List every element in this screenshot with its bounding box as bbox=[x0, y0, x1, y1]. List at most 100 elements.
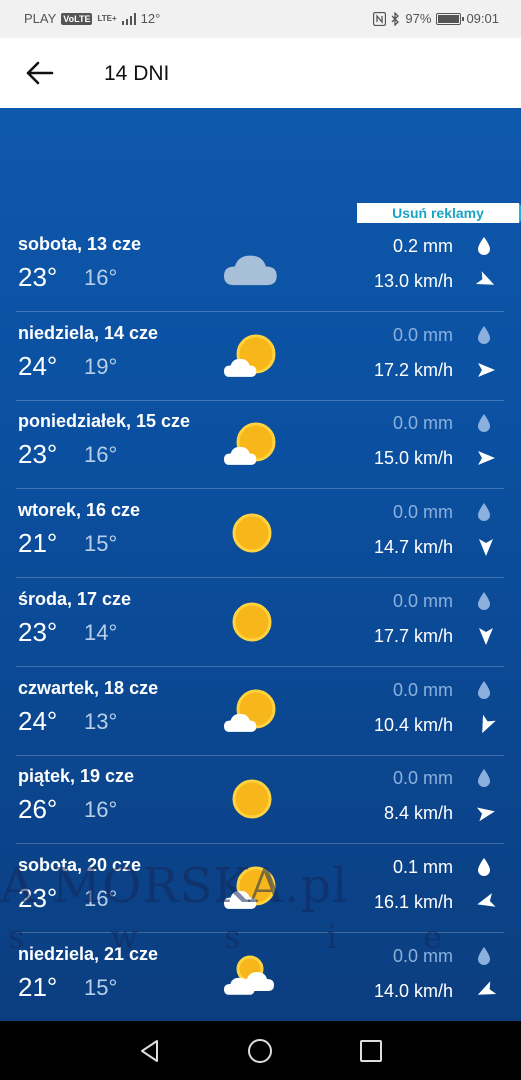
precipitation-value: 0.0 mm bbox=[392, 590, 453, 611]
forecast-row[interactable]: sobota, 13 cze 23° 16° 0.2 mm 13.0 km/h bbox=[0, 223, 521, 312]
temp-max: 26° bbox=[18, 794, 58, 825]
day-label: poniedziałek, 15 cze bbox=[18, 411, 191, 432]
precipitation-value: 0.1 mm bbox=[392, 856, 453, 877]
system-nav-bar bbox=[0, 1021, 521, 1080]
page-title: 14 DNI bbox=[104, 62, 170, 85]
forecast-row[interactable]: środa, 17 cze 23° 14° 0.0 mm 17.7 km/h bbox=[0, 578, 521, 667]
forecast-row[interactable]: niedziela, 21 cze 21° 15° 0.0 mm 14.0 km… bbox=[0, 933, 521, 1021]
raindrop-icon bbox=[478, 414, 490, 433]
temp-max: 21° bbox=[18, 971, 58, 1002]
sun-cloud-icon bbox=[224, 334, 276, 377]
wind-direction-icon bbox=[477, 893, 496, 907]
nav-recents-icon[interactable] bbox=[358, 1038, 384, 1064]
temp-min: 15° bbox=[84, 531, 118, 557]
temp-max: 23° bbox=[18, 882, 58, 913]
status-right: 97% 09:01 bbox=[373, 11, 499, 26]
wind-speed-value: 13.0 km/h bbox=[373, 271, 453, 291]
temp-max: 24° bbox=[18, 350, 58, 381]
wind-direction-icon bbox=[482, 714, 496, 733]
sun-clouds-icon bbox=[224, 955, 274, 995]
clock: 09:01 bbox=[466, 11, 499, 26]
wind-direction-icon bbox=[476, 807, 495, 822]
wind-speed-value: 14.7 km/h bbox=[373, 537, 453, 558]
nfc-icon bbox=[373, 11, 387, 26]
temp-min: 16° bbox=[84, 885, 118, 911]
wind-speed-value: 17.2 km/h bbox=[373, 359, 453, 380]
forecast-list[interactable]: Usuń reklamy sobota, 13 cze 23° 16° 0.2 … bbox=[0, 108, 521, 1021]
temp-min: 16° bbox=[84, 265, 118, 290]
battery-icon bbox=[436, 12, 465, 25]
raindrop-icon bbox=[478, 946, 490, 965]
wind-speed-value: 16.1 km/h bbox=[373, 891, 453, 912]
forecast-row[interactable]: czwartek, 18 cze 24° 13° 0.0 mm 10.4 km/… bbox=[0, 667, 521, 756]
signal-icon bbox=[121, 12, 136, 25]
raindrop-icon bbox=[478, 591, 490, 610]
status-left: PLAY VoLTE LTE+ 12° bbox=[24, 11, 160, 26]
temp-max: 23° bbox=[18, 262, 58, 292]
temp-max: 23° bbox=[18, 439, 58, 470]
precipitation-value: 0.0 mm bbox=[392, 768, 453, 789]
temp-max: 23° bbox=[18, 616, 58, 647]
carrier-label: PLAY bbox=[24, 11, 57, 26]
wind-direction-icon bbox=[478, 451, 495, 466]
day-label: sobota, 13 cze bbox=[18, 234, 142, 254]
temp-max: 24° bbox=[18, 705, 58, 736]
wind-speed-value: 14.0 km/h bbox=[373, 980, 453, 1001]
wind-direction-icon bbox=[479, 627, 493, 645]
sun-icon bbox=[232, 779, 272, 819]
day-label: środa, 17 cze bbox=[18, 588, 132, 609]
temp-min: 14° bbox=[84, 619, 118, 645]
temp-min: 15° bbox=[84, 974, 118, 1000]
precipitation-value: 0.0 mm bbox=[392, 679, 453, 700]
forecast-row[interactable]: niedziela, 14 cze 24° 19° 0.0 mm 17.2 km… bbox=[0, 312, 521, 401]
wind-direction-icon bbox=[475, 271, 495, 285]
raindrop-icon bbox=[478, 680, 490, 699]
weather-temp-label: 12° bbox=[140, 11, 161, 26]
lte-label: LTE+ bbox=[97, 13, 117, 23]
forecast-row[interactable]: piątek, 19 cze 26° 16° 0.0 mm 8.4 km/h bbox=[0, 755, 521, 845]
day-label: czwartek, 18 cze bbox=[18, 677, 159, 698]
wind-speed-value: 8.4 km/h bbox=[383, 803, 453, 824]
precipitation-value: 0.0 mm bbox=[392, 324, 453, 345]
status-bar: PLAY VoLTE LTE+ 12° 97% 09:01 bbox=[0, 0, 521, 38]
raindrop-icon bbox=[478, 769, 490, 788]
temp-min: 13° bbox=[84, 708, 118, 734]
volte-badge: VoLTE bbox=[61, 12, 93, 25]
wind-speed-value: 17.7 km/h bbox=[373, 625, 453, 646]
sun-cloud-icon bbox=[224, 866, 276, 909]
forecast-row[interactable]: wtorek, 16 cze 21° 15° 0.0 mm 14.7 km/h bbox=[0, 489, 521, 579]
raindrop-icon bbox=[478, 857, 490, 876]
day-label: niedziela, 21 cze bbox=[18, 943, 159, 964]
wind-direction-icon bbox=[479, 539, 493, 557]
sun-icon bbox=[232, 602, 272, 642]
raindrop-icon bbox=[478, 325, 490, 344]
forecast-row[interactable]: poniedziałek, 15 cze 23° 16° 0.0 mm 15.0… bbox=[0, 400, 521, 490]
sun-icon bbox=[232, 513, 272, 553]
back-arrow-icon[interactable] bbox=[22, 58, 58, 88]
app-bar: 14 DNI bbox=[0, 38, 521, 108]
precipitation-value: 0.2 mm bbox=[392, 236, 453, 256]
temp-max: 21° bbox=[18, 528, 58, 559]
nav-back-icon[interactable] bbox=[137, 1038, 163, 1064]
raindrop-icon bbox=[478, 237, 490, 255]
temp-min: 19° bbox=[84, 353, 118, 379]
day-label: niedziela, 14 cze bbox=[18, 322, 159, 343]
precipitation-value: 0.0 mm bbox=[392, 413, 453, 434]
temp-min: 16° bbox=[84, 442, 118, 468]
wind-speed-value: 10.4 km/h bbox=[373, 714, 453, 735]
battery-percent: 97% bbox=[405, 11, 432, 26]
precipitation-value: 0.0 mm bbox=[392, 945, 453, 966]
cloud-icon bbox=[224, 255, 277, 286]
bluetooth-icon bbox=[391, 11, 400, 26]
raindrop-icon bbox=[478, 503, 490, 522]
wind-direction-icon bbox=[477, 980, 497, 995]
wind-direction-icon bbox=[478, 362, 495, 377]
nav-home-icon[interactable] bbox=[247, 1038, 273, 1064]
precipitation-value: 0.0 mm bbox=[392, 502, 453, 523]
day-label: piątek, 19 cze bbox=[18, 766, 135, 787]
remove-ads-button[interactable]: Usuń reklamy bbox=[357, 203, 521, 223]
temp-min: 16° bbox=[84, 797, 118, 823]
forecast-row[interactable]: sobota, 20 cze 23° 16° 0.1 mm 16.1 km/h bbox=[0, 844, 521, 933]
day-label: wtorek, 16 cze bbox=[18, 500, 141, 521]
sun-cloud-icon bbox=[224, 689, 276, 732]
